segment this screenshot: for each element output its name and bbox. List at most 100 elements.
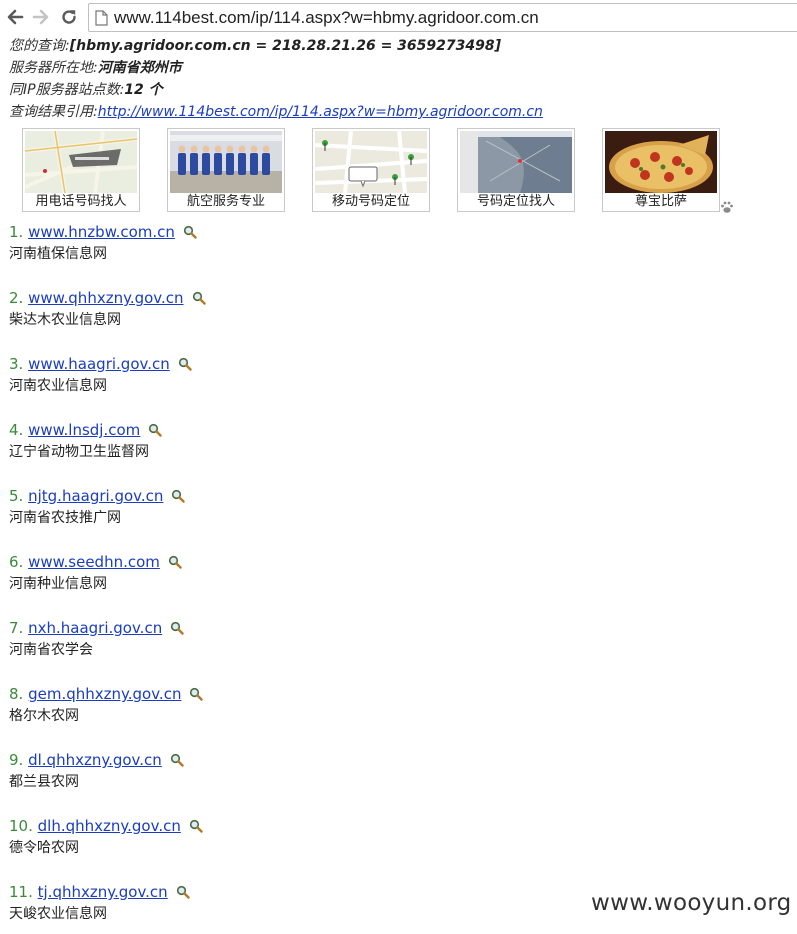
result-item: 2. www.qhhxzny.gov.cn 柴达木农业信息网 <box>9 288 709 332</box>
result-description: 河南植保信息网 <box>9 246 107 262</box>
magnifier-icon[interactable] <box>170 620 184 635</box>
cite-line: 查询结果引用:http://www.114best.com/ip/114.asp… <box>9 102 543 122</box>
result-item: 5. njtg.haagri.gov.cn 河南省农技推广网 <box>9 486 709 530</box>
result-description: 河南种业信息网 <box>9 576 107 592</box>
result-line: 8. gem.qhhxzny.gov.cn <box>9 684 204 704</box>
result-line: 7. nxh.haagri.gov.cn <box>9 618 184 638</box>
query-value: [hbmy.agridoor.com.cn = 218.28.21.26 = 3… <box>69 38 501 54</box>
result-number: 7. <box>9 619 24 637</box>
map-image <box>25 131 137 193</box>
thumbnail-caption[interactable]: 移动号码定位 <box>313 193 429 211</box>
result-number: 9. <box>9 751 24 769</box>
ad-thumbnail-number-locate[interactable]: 号码定位找人 <box>457 128 575 212</box>
result-line: 2. www.qhhxzny.gov.cn <box>9 288 206 308</box>
result-description: 辽宁省动物卫生监督网 <box>9 444 149 460</box>
browser-toolbar: www.114best.com/ip/114.aspx?w=hbmy.agrid… <box>0 0 797 36</box>
thumbnail-caption[interactable]: 尊宝比萨 <box>603 193 719 211</box>
cite-label: 查询结果引用: <box>9 104 98 120</box>
site-count-label: 同IP服务器站点数: <box>9 82 125 98</box>
result-line: 10. dlh.qhhxzny.gov.cn <box>9 816 203 836</box>
result-description: 德令哈农网 <box>9 840 79 856</box>
location-label: 服务器所在地: <box>9 60 98 76</box>
result-description: 河南省农学会 <box>9 642 93 658</box>
magnifier-icon[interactable] <box>189 818 203 833</box>
forward-arrow-icon[interactable] <box>30 6 52 28</box>
query-line: 您的查询:[hbmy.agridoor.com.cn = 218.28.21.2… <box>9 36 501 56</box>
ad-thumbnail-phone-search[interactable]: 用电话号码找人 <box>22 128 140 212</box>
magnifier-icon[interactable] <box>183 224 197 239</box>
magnifier-icon[interactable] <box>189 686 204 701</box>
result-description: 河南农业信息网 <box>9 378 107 394</box>
magnifier-icon[interactable] <box>192 290 206 305</box>
magnifier-icon[interactable] <box>178 356 192 371</box>
result-number: 4. <box>9 421 24 439</box>
result-number: 3. <box>9 355 24 373</box>
result-description: 都兰县农网 <box>9 774 79 790</box>
result-item: 3. www.haagri.gov.cn 河南农业信息网 <box>9 354 709 398</box>
result-description: 河南省农技推广网 <box>9 510 121 526</box>
result-domain-link[interactable]: www.lnsdj.com <box>28 421 140 439</box>
watermark: www.wooyun.org <box>591 890 792 916</box>
thumbnail-caption[interactable]: 航空服务专业 <box>168 193 284 211</box>
ad-thumbnail-aviation[interactable]: 航空服务专业 <box>167 128 285 212</box>
result-line: 6. www.seedhn.com <box>9 552 182 572</box>
ad-thumbnail-mobile-locate[interactable]: 移动号码定位 <box>312 128 430 212</box>
result-number: 11. <box>9 883 33 901</box>
result-item: 8. gem.qhhxzny.gov.cn 格尔木农网 <box>9 684 709 728</box>
back-arrow-icon[interactable] <box>4 6 26 28</box>
magnifier-icon[interactable] <box>176 884 190 899</box>
address-bar[interactable]: www.114best.com/ip/114.aspx?w=hbmy.agrid… <box>88 3 797 32</box>
result-domain-link[interactable]: nxh.haagri.gov.cn <box>28 619 162 637</box>
thumbnail-caption[interactable]: 用电话号码找人 <box>23 193 139 211</box>
result-description: 天峻农业信息网 <box>9 906 107 922</box>
result-line: 11. tj.qhhxzny.gov.cn <box>9 882 190 902</box>
result-domain-link[interactable]: www.hnzbw.com.cn <box>28 223 175 241</box>
location-line: 服务器所在地:河南省郑州市 <box>9 58 182 78</box>
ad-thumbnail-pizza[interactable]: 尊宝比萨 <box>602 128 720 212</box>
result-domain-link[interactable]: dlh.qhhxzny.gov.cn <box>38 817 181 835</box>
result-number: 1. <box>9 223 24 241</box>
location-value: 河南省郑州市 <box>97 60 182 76</box>
magnifier-icon[interactable] <box>171 488 186 503</box>
magnifier-icon[interactable] <box>148 422 162 437</box>
satellite-map-image <box>460 131 572 193</box>
result-description: 格尔木农网 <box>9 708 79 724</box>
result-item: 7. nxh.haagri.gov.cn 河南省农学会 <box>9 618 709 662</box>
cite-link[interactable]: http://www.114best.com/ip/114.aspx?w=hbm… <box>98 104 543 120</box>
result-line: 5. njtg.haagri.gov.cn <box>9 486 186 506</box>
result-domain-link[interactable]: www.qhhxzny.gov.cn <box>28 289 183 307</box>
url-text[interactable]: www.114best.com/ip/114.aspx?w=hbmy.agrid… <box>114 8 539 28</box>
result-domain-link[interactable]: www.haagri.gov.cn <box>28 355 170 373</box>
pizza-image <box>605 131 717 193</box>
result-number: 8. <box>9 685 24 703</box>
result-line: 3. www.haagri.gov.cn <box>9 354 192 374</box>
result-item: 9. dl.qhhxzny.gov.cn 都兰县农网 <box>9 750 709 794</box>
result-line: 1. www.hnzbw.com.cn <box>9 222 197 242</box>
result-number: 6. <box>9 553 24 571</box>
site-count-line: 同IP服务器站点数:12 个 <box>9 80 163 100</box>
result-description: 柴达木农业信息网 <box>9 312 121 328</box>
map-pins-image <box>315 131 427 193</box>
site-count-value: 12 个 <box>124 82 163 98</box>
result-number: 5. <box>9 487 24 505</box>
result-domain-link[interactable]: www.seedhn.com <box>28 553 160 571</box>
thumbnail-caption[interactable]: 号码定位找人 <box>458 193 574 211</box>
flight-attendants-image <box>170 131 282 193</box>
query-label: 您的查询: <box>9 38 70 54</box>
result-domain-link[interactable]: gem.qhhxzny.gov.cn <box>28 685 181 703</box>
paw-icon[interactable] <box>720 200 734 214</box>
page-icon <box>95 10 108 26</box>
result-domain-link[interactable]: tj.qhhxzny.gov.cn <box>38 883 168 901</box>
result-number: 2. <box>9 289 24 307</box>
magnifier-icon[interactable] <box>168 554 182 569</box>
result-item: 1. www.hnzbw.com.cn 河南植保信息网 <box>9 222 709 266</box>
result-domain-link[interactable]: dl.qhhxzny.gov.cn <box>28 751 162 769</box>
reload-icon[interactable] <box>58 6 80 28</box>
result-item: 4. www.lnsdj.com 辽宁省动物卫生监督网 <box>9 420 709 464</box>
result-line: 4. www.lnsdj.com <box>9 420 162 440</box>
result-line: 9. dl.qhhxzny.gov.cn <box>9 750 184 770</box>
magnifier-icon[interactable] <box>170 752 184 767</box>
result-item: 10. dlh.qhhxzny.gov.cn 德令哈农网 <box>9 816 709 860</box>
result-domain-link[interactable]: njtg.haagri.gov.cn <box>28 487 163 505</box>
result-number: 10. <box>9 817 33 835</box>
